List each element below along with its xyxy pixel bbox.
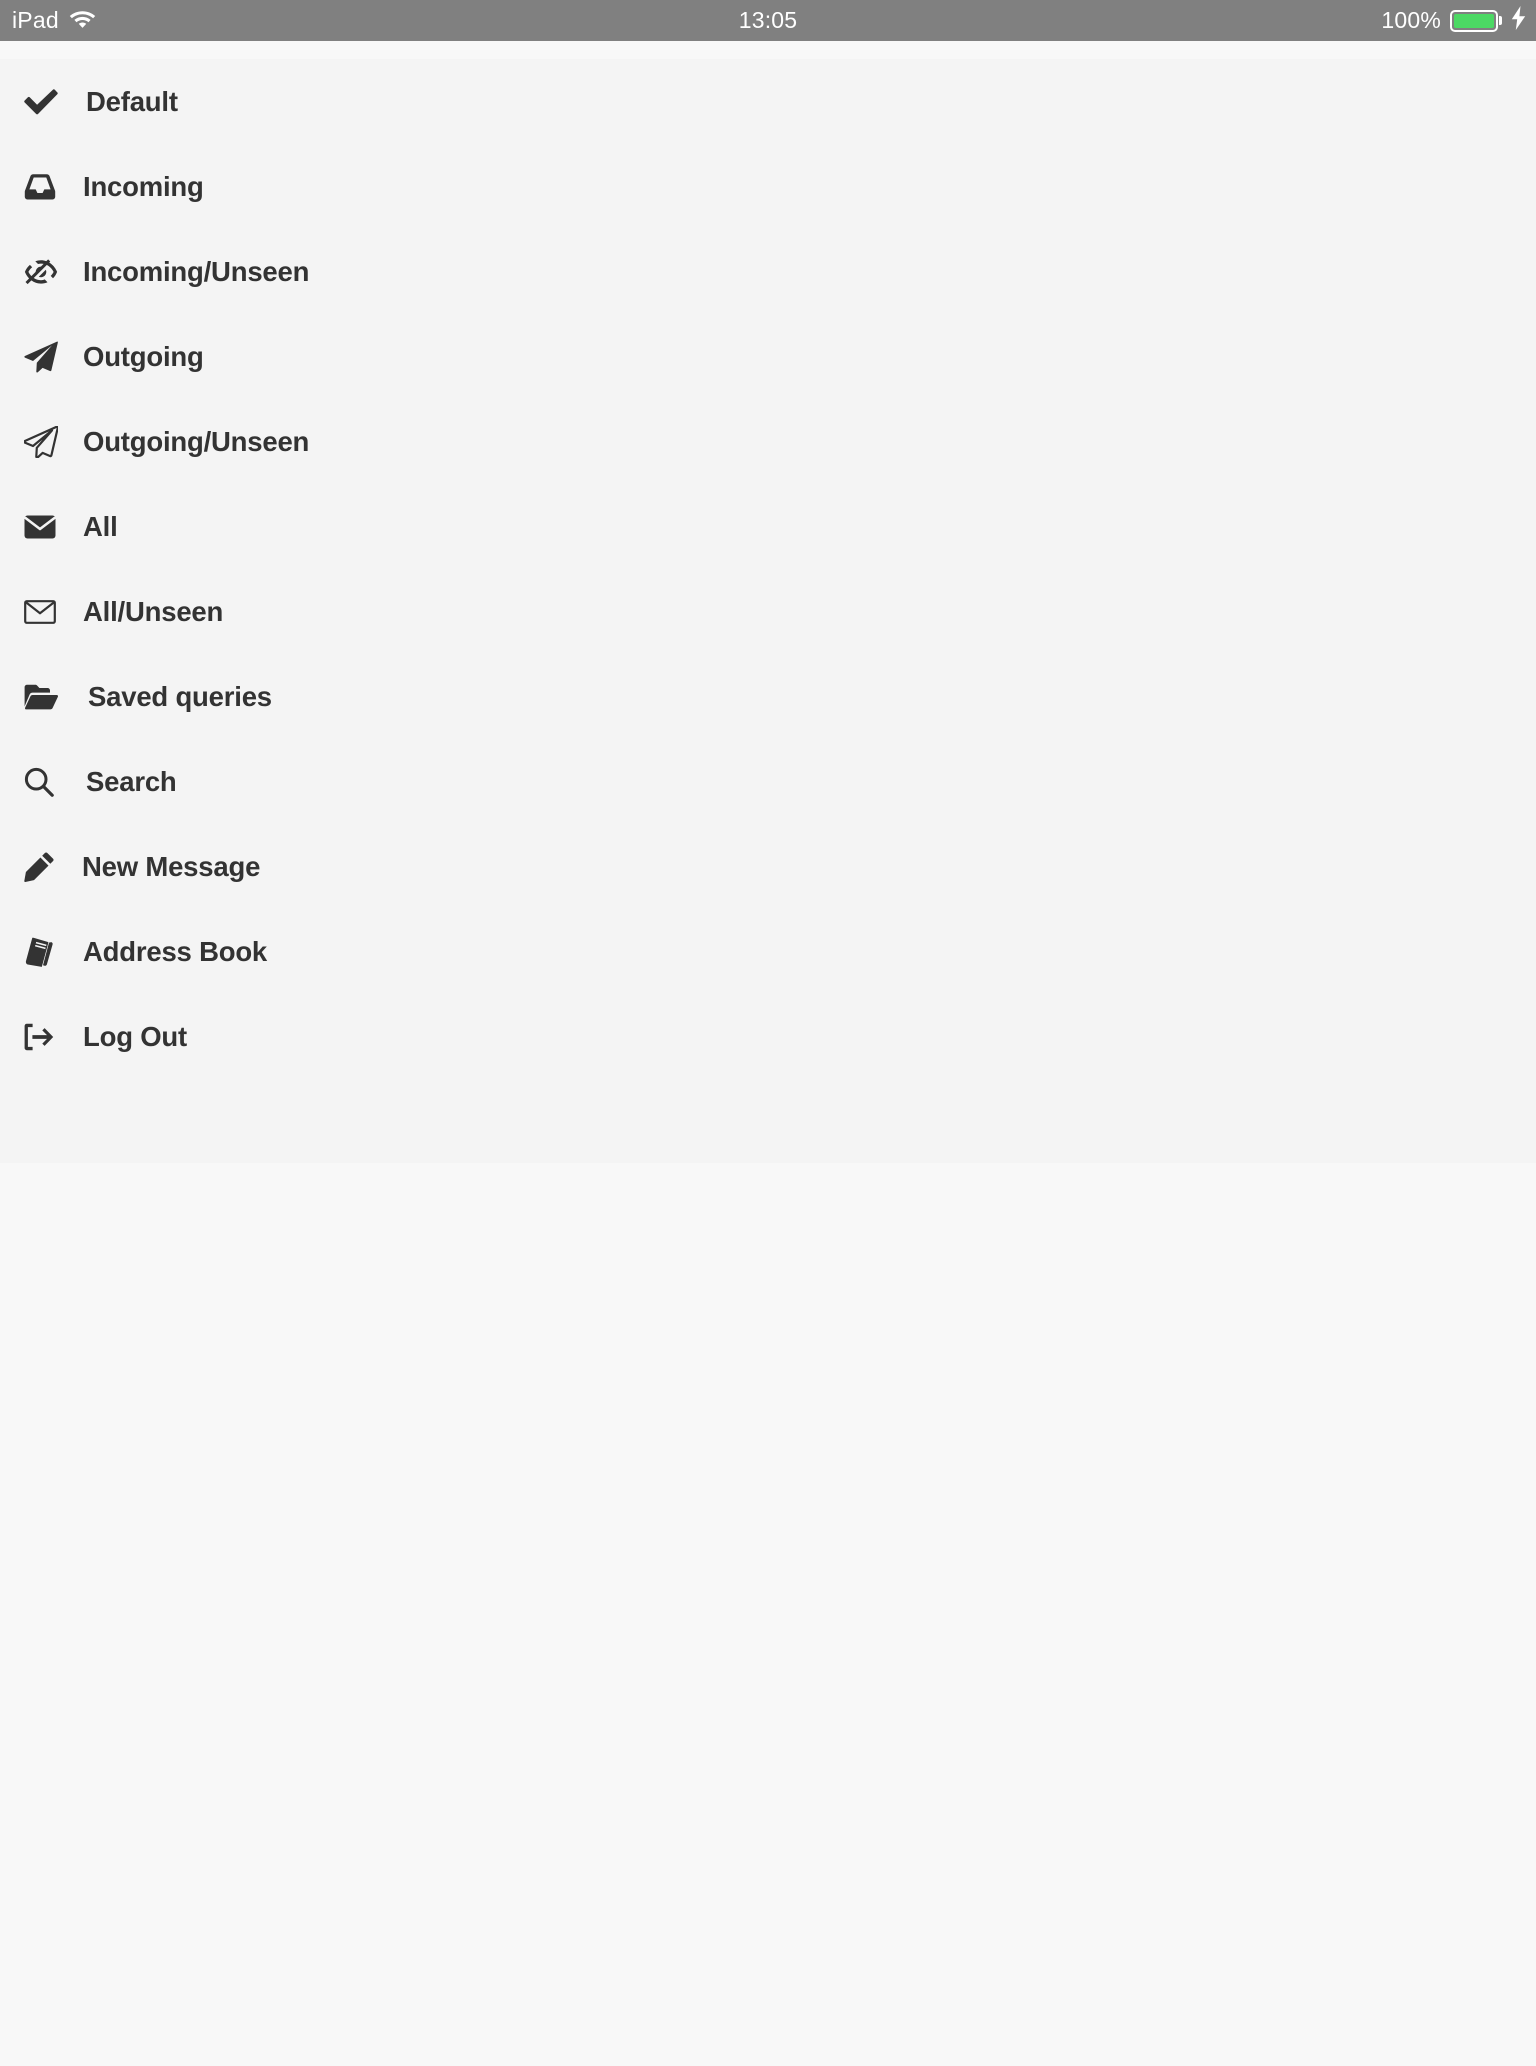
book-icon [24,934,60,970]
menu-item-all-unseen[interactable]: All/Unseen [0,569,1536,654]
menu-item-label: Search [86,765,177,797]
menu-item-outgoing[interactable]: Outgoing [0,314,1536,399]
menu-item-all[interactable]: All [0,484,1536,569]
menu-item-label: All/Unseen [83,595,224,627]
menu-item-address-book[interactable]: Address Book [0,909,1536,994]
inbox-icon [24,169,60,205]
menu-item-label: Incoming [83,170,204,202]
menu-item-new-message[interactable]: New Message [0,824,1536,909]
check-icon [24,84,60,120]
menu-item-default[interactable]: Default [0,59,1536,144]
content-area [0,1163,1536,2066]
status-bar-left: iPad [0,7,96,34]
menu-item-label: New Message [82,850,261,882]
menu-item-label: Outgoing [83,340,204,372]
folder-open-icon [24,679,60,715]
wifi-icon [69,7,96,34]
menu-item-log-out[interactable]: Log Out [0,994,1536,1079]
battery-percent-label: 100% [1381,7,1441,33]
menu-item-label: Saved queries [88,680,272,712]
menu-item-saved-queries[interactable]: Saved queries [0,654,1536,739]
menu-item-label: Incoming/Unseen [83,255,310,287]
clock-label: 13:05 [738,7,798,33]
battery-full-icon [1450,9,1502,32]
menu-item-incoming-unseen[interactable]: Incoming/Unseen [0,229,1536,314]
pencil-icon [24,849,60,885]
menu-item-outgoing-unseen[interactable]: Outgoing/Unseen [0,399,1536,484]
paper-plane-outline-icon [24,424,60,460]
menu-item-label: All [83,510,118,542]
search-icon [24,764,60,800]
paper-plane-filled-icon [24,339,60,375]
sign-out-icon [24,1019,60,1055]
menu-item-search[interactable]: Search [0,739,1536,824]
menu-item-label: Default [86,85,178,117]
menu-item-label: Outgoing/Unseen [83,425,310,457]
status-bar: iPad 13:05 100% [0,0,1536,41]
status-bar-right: 100% [1381,0,1526,41]
device-name-label: iPad [12,7,59,33]
envelope-filled-icon [24,509,60,545]
lightning-bolt-icon [1511,5,1526,36]
menu-item-incoming[interactable]: Incoming [0,144,1536,229]
menu-item-label: Address Book [83,935,268,967]
envelope-outline-icon [24,594,60,630]
main-menu-list: Default Incoming Incoming/Unseen Outgoin… [0,59,1536,1163]
menu-item-label: Log Out [83,1020,187,1052]
eye-slash-icon [24,254,60,290]
